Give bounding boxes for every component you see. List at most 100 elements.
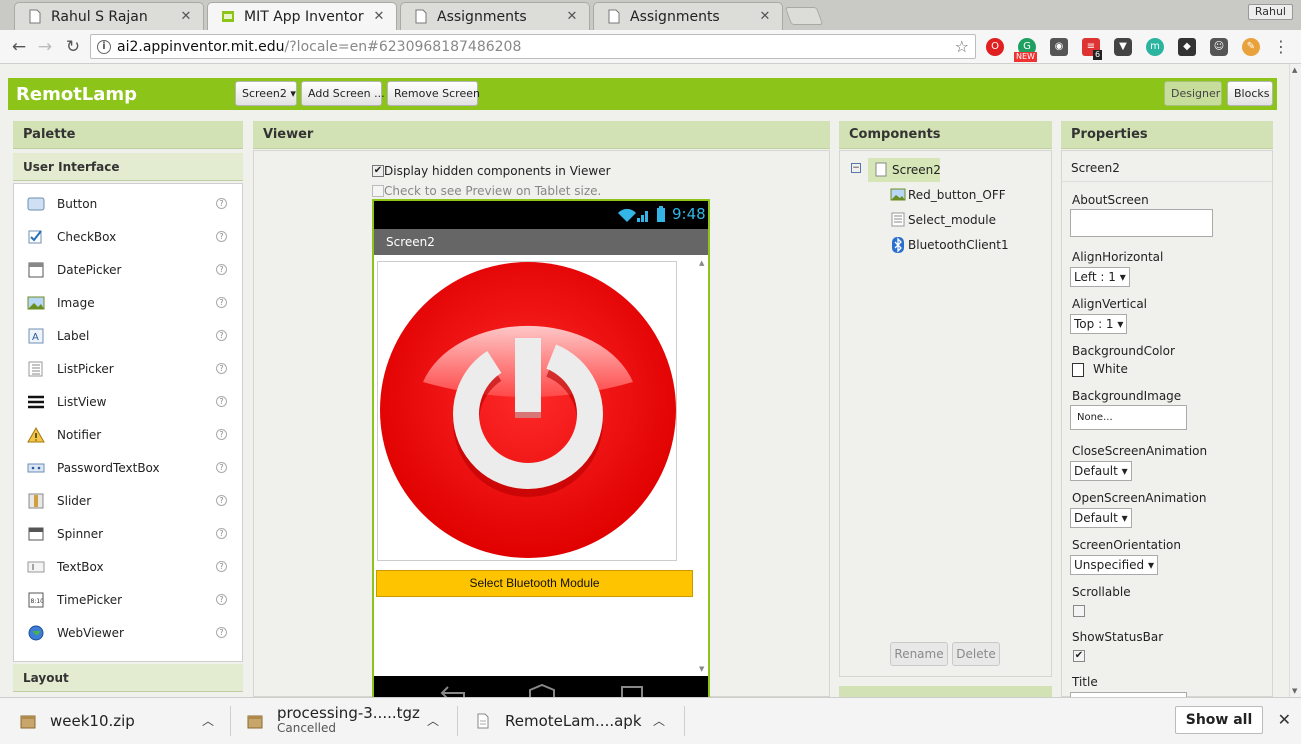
align-horizontal-dropdown[interactable]: Left : 1 ▾: [1070, 267, 1130, 287]
address-bar[interactable]: i ai2.appinventor.mit.edu/?locale=en#623…: [90, 34, 976, 59]
back-icon[interactable]: ←: [8, 36, 30, 58]
bookmark-star-icon[interactable]: ☆: [955, 37, 969, 56]
help-icon[interactable]: ?: [216, 264, 227, 275]
remove-screen-button[interactable]: Remove Screen: [387, 81, 480, 106]
chevron-up-icon[interactable]: ︿: [653, 712, 665, 729]
tablet-preview-checkbox[interactable]: [372, 185, 384, 197]
screen-orientation-dropdown[interactable]: Unspecified ▾: [1070, 555, 1158, 575]
open-animation-dropdown[interactable]: Default ▾: [1070, 508, 1132, 528]
page-scrollbar[interactable]: ▲ ▼: [1289, 64, 1301, 697]
tab-assignments-2[interactable]: Assignments ✕: [593, 2, 783, 30]
show-status-bar-checkbox[interactable]: ✔: [1073, 650, 1085, 662]
blocks-button[interactable]: Blocks: [1227, 81, 1273, 106]
help-icon[interactable]: ?: [216, 462, 227, 473]
new-tab-button[interactable]: [784, 7, 824, 25]
background-image-picker[interactable]: None...: [1070, 405, 1187, 430]
tree-label: BluetoothClient1: [908, 238, 1009, 252]
screen-select-dropdown[interactable]: Screen2 ▾: [235, 81, 297, 106]
red-button-off-image[interactable]: [377, 261, 677, 561]
palette-item-slider[interactable]: Slider ?: [14, 484, 242, 517]
wand-extension-icon[interactable]: ✎: [1242, 38, 1260, 56]
display-hidden-checkbox[interactable]: ✔: [372, 165, 384, 177]
select-module-button[interactable]: Select Bluetooth Module: [376, 570, 693, 597]
lightbulb-extension-icon[interactable]: ◉: [1050, 38, 1068, 56]
palette-section-layout[interactable]: Layout: [13, 664, 243, 692]
palette-item-notifier[interactable]: Notifier ?: [14, 418, 242, 451]
scrollable-checkbox[interactable]: [1073, 605, 1085, 617]
info-icon[interactable]: i: [97, 39, 111, 54]
profile-button[interactable]: Rahul: [1247, 4, 1293, 20]
download-item-week10[interactable]: week10.zip ︿: [20, 698, 225, 744]
screen-orientation-label: ScreenOrientation: [1072, 538, 1182, 552]
palette-item-webviewer[interactable]: WebViewer ?: [14, 616, 242, 649]
owl-extension-icon[interactable]: ☺: [1210, 38, 1228, 56]
help-icon[interactable]: ?: [216, 330, 227, 341]
scroll-down-icon[interactable]: ▼: [699, 665, 704, 673]
close-icon[interactable]: ✕: [565, 9, 579, 24]
chevron-up-icon[interactable]: ︿: [202, 712, 214, 729]
help-icon[interactable]: ?: [216, 198, 227, 209]
designer-button[interactable]: Designer: [1164, 81, 1222, 106]
palette-item-textbox[interactable]: TextBox ?: [14, 550, 242, 583]
collapse-icon[interactable]: −: [851, 163, 861, 173]
download-item-processing[interactable]: processing-3.....tgz Cancelled ︿: [247, 698, 452, 744]
help-icon[interactable]: ?: [216, 495, 227, 506]
download-item-remotelamp-apk[interactable]: RemoteLam....apk ︿: [475, 698, 680, 744]
delete-button[interactable]: Delete: [952, 642, 1000, 666]
tablet-preview-row: Check to see Preview on Tablet size.: [372, 184, 601, 198]
close-icon[interactable]: ✕: [758, 9, 772, 24]
reload-icon[interactable]: ↻: [62, 36, 84, 58]
help-icon[interactable]: ?: [216, 528, 227, 539]
tree-item-screen2[interactable]: Screen2: [874, 162, 941, 177]
close-animation-dropdown[interactable]: Default ▾: [1070, 461, 1132, 481]
chevron-up-icon[interactable]: ︿: [427, 712, 439, 729]
tab-app-inventor[interactable]: MIT App Inventor ✕: [207, 2, 397, 30]
palette-section-user-interface[interactable]: User Interface: [13, 153, 243, 181]
palette-item-image[interactable]: Image ?: [14, 286, 242, 319]
help-icon[interactable]: ?: [216, 231, 227, 242]
help-icon[interactable]: ?: [216, 429, 227, 440]
color-swatch[interactable]: [1072, 363, 1084, 377]
help-icon[interactable]: ?: [216, 627, 227, 638]
scroll-up-icon[interactable]: ▲: [699, 259, 704, 267]
palette-item-passwordtextbox[interactable]: PasswordTextBox ?: [14, 451, 242, 484]
palette-item-button[interactable]: Button ?: [14, 187, 242, 220]
add-screen-button[interactable]: Add Screen ...: [301, 81, 385, 106]
background-color-value[interactable]: White: [1093, 362, 1128, 376]
palette-item-spinner[interactable]: Spinner ?: [14, 517, 242, 550]
rename-button[interactable]: Rename: [890, 642, 948, 666]
palette-item-checkbox[interactable]: CheckBox ?: [14, 220, 242, 253]
scroll-down-icon[interactable]: ▼: [1292, 687, 1297, 695]
pocket-extension-icon[interactable]: ▼: [1114, 38, 1132, 56]
show-all-downloads-button[interactable]: Show all: [1175, 706, 1263, 734]
help-icon[interactable]: ?: [216, 297, 227, 308]
tree-item-red-button-off[interactable]: Red_button_OFF: [890, 187, 1006, 202]
layers-extension-icon[interactable]: ◆: [1178, 38, 1196, 56]
align-vertical-dropdown[interactable]: Top : 1 ▾: [1070, 314, 1128, 334]
forward-icon[interactable]: →: [34, 36, 56, 58]
close-icon[interactable]: ✕: [372, 9, 386, 24]
palette-item-datepicker[interactable]: DatePicker ?: [14, 253, 242, 286]
menu-icon[interactable]: ⋮: [1272, 38, 1290, 56]
m-extension-icon[interactable]: m: [1146, 38, 1164, 56]
palette-item-label[interactable]: A Label ?: [14, 319, 242, 352]
tab-assignments-1[interactable]: Assignments ✕: [400, 2, 590, 30]
scroll-up-icon[interactable]: ▲: [1292, 66, 1297, 74]
tab-rahul[interactable]: Rahul S Rajan ✕: [14, 2, 204, 30]
palette-item-listview[interactable]: ListView ?: [14, 385, 242, 418]
close-icon[interactable]: ✕: [1278, 710, 1291, 729]
about-screen-textarea[interactable]: [1070, 209, 1213, 237]
tree-item-bluetoothclient1[interactable]: BluetoothClient1: [890, 237, 1009, 253]
close-icon[interactable]: ✕: [179, 9, 193, 24]
tree-item-select-module[interactable]: Select_module: [890, 212, 996, 227]
palette-item-listpicker[interactable]: ListPicker ?: [14, 352, 242, 385]
palette-item-timepicker[interactable]: 8:10 TimePicker ?: [14, 583, 242, 616]
page-icon: [608, 9, 620, 24]
palette-header: Palette: [13, 121, 243, 149]
help-icon[interactable]: ?: [216, 561, 227, 572]
phone-scrollbar[interactable]: ▲ ▼: [696, 257, 708, 675]
opera-extension-icon[interactable]: O: [986, 38, 1004, 56]
help-icon[interactable]: ?: [216, 396, 227, 407]
help-icon[interactable]: ?: [216, 363, 227, 374]
help-icon[interactable]: ?: [216, 594, 227, 605]
